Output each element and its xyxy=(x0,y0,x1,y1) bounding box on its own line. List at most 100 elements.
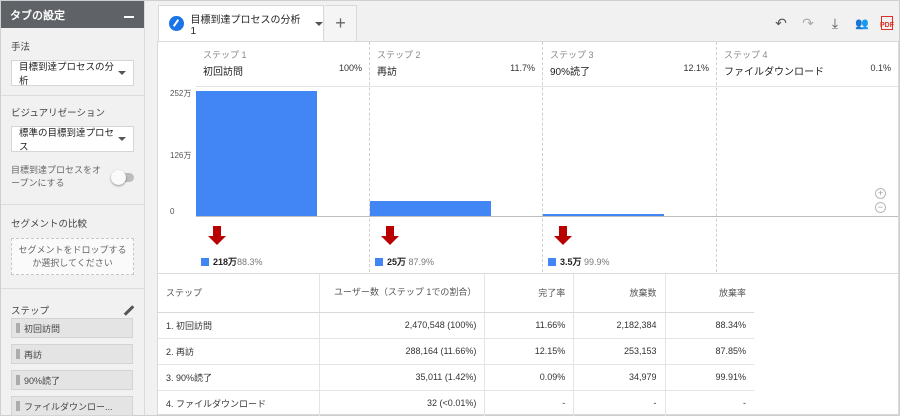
collapse-panel-icon[interactable] xyxy=(124,15,134,18)
col-step-header[interactable]: ステップ xyxy=(158,274,320,313)
step-chip-label: ファイルダウンロー... xyxy=(24,401,113,412)
step-percent: 12.1% xyxy=(683,63,709,73)
cell-users: 288,164 (11.66%) xyxy=(319,338,486,365)
share-users-icon[interactable]: 👥 xyxy=(854,17,870,30)
legend-swatch xyxy=(201,257,209,266)
col-completion-header[interactable]: 完了率 xyxy=(484,274,575,313)
cell-users: 35,011 (1.42%) xyxy=(319,364,486,391)
funnel-bar[interactable] xyxy=(370,201,491,216)
visualization-section: ビジュアリゼーション 標準の目標到達プロセス xyxy=(1,96,144,156)
table-row[interactable]: 2. 再訪 288,164 (11.66%) 12.15% 253,153 87… xyxy=(158,338,754,365)
segment-section: セグメントの比較 セグメントをドロップするか選択してください xyxy=(1,205,144,289)
cell-abandon-rate: 88.34% xyxy=(665,312,754,339)
funnel-chart: 252万 126万 0 ステップ 1 初回訪問 100% ステップ 2 再訪 11.7%… xyxy=(158,42,898,272)
panel-header: タブの設定 xyxy=(1,1,144,28)
step-percent: 11.7% xyxy=(510,63,535,73)
segment-dropzone[interactable]: セグメントをドロップするか選択してください xyxy=(11,238,134,275)
col-abandon-header[interactable]: 放棄数 xyxy=(573,274,666,313)
step-name: 初回訪問 xyxy=(203,67,243,78)
step-chip[interactable]: 90%読了 xyxy=(11,370,133,390)
funnel-bar[interactable] xyxy=(543,214,664,216)
col-abandon-rate-header[interactable]: 放棄率 xyxy=(665,274,754,313)
funnel-table: ステップ ユーザー数（ステップ 1での割合） 完了率 放棄数 放棄率 1. 初回… xyxy=(158,274,754,416)
step-name: 90%読了 xyxy=(550,67,591,78)
step-chip[interactable]: 初回訪問 xyxy=(11,318,133,338)
cell-completion: 0.09% xyxy=(484,364,575,391)
col-users-header[interactable]: ユーザー数（ステップ 1での割合） xyxy=(319,274,486,313)
add-tab-button[interactable]: + xyxy=(325,5,357,41)
cell-abandon-rate: 99.91% xyxy=(665,364,754,391)
drag-handle-icon[interactable] xyxy=(16,323,20,333)
table-header-row: ステップ ユーザー数（ステップ 1での割合） 完了率 放棄数 放棄率 xyxy=(158,274,754,313)
chevron-down-icon xyxy=(118,137,126,141)
drag-handle-icon[interactable] xyxy=(16,349,20,359)
header-divider xyxy=(196,86,898,87)
drag-handle-icon[interactable] xyxy=(16,401,20,411)
cell-completion: - xyxy=(484,390,575,416)
open-funnel-label: 目標到達プロセスをオープンにする xyxy=(11,165,102,188)
y-axis-label-max: 252万 xyxy=(170,89,192,98)
chevron-down-icon[interactable] xyxy=(315,21,323,26)
zoom-in-icon[interactable]: + xyxy=(875,188,886,199)
cell-step: 1. 初回訪問 xyxy=(158,312,320,339)
tab-bar: 目標到達プロセスの分析 1 + ↶ ↷ ⤓ 👥 PDF xyxy=(157,5,899,41)
dropoff-arrow-icon[interactable] xyxy=(208,226,226,246)
step-chip-label: 再訪 xyxy=(24,349,43,360)
tab-funnel-analysis[interactable]: 目標到達プロセスの分析 1 xyxy=(158,5,324,41)
step-number: ステップ 2 xyxy=(377,50,421,60)
redo-icon[interactable]: ↷ xyxy=(800,15,816,32)
step-chip[interactable]: ファイルダウンロー... xyxy=(11,396,133,416)
visualization-label: ビジュアリゼーション xyxy=(11,108,105,119)
funnel-table-container: ステップ ユーザー数（ステップ 1での割合） 完了率 放棄数 放棄率 1. 初回… xyxy=(158,273,898,416)
dropoff-value: 3.5万 xyxy=(560,257,582,267)
cell-abandon-rate: 87.85% xyxy=(665,338,754,365)
technique-label: 手法 xyxy=(11,42,31,53)
funnel-bar[interactable] xyxy=(196,91,317,216)
step-percent: 100% xyxy=(338,63,362,73)
toolbar: ↶ ↷ ⤓ 👥 PDF xyxy=(773,11,894,35)
zoom-out-icon[interactable]: − xyxy=(875,202,886,213)
visualization-dropdown[interactable]: 標準の目標到達プロセス xyxy=(11,126,134,153)
download-icon[interactable]: ⤓ xyxy=(827,15,843,32)
pdf-export-icon[interactable]: PDF xyxy=(880,16,894,30)
cell-users: 2,470,548 (100%) xyxy=(319,312,486,339)
cell-users: 32 (<0.01%) xyxy=(319,390,486,416)
chevron-down-icon xyxy=(118,71,126,75)
edit-pencil-icon[interactable] xyxy=(122,304,134,316)
cell-abandon-rate: - xyxy=(665,390,754,416)
funnel-step-column: ステップ 4 ファイルダウンロード 0.1% xyxy=(717,42,898,272)
dropoff-arrow-icon[interactable] xyxy=(381,226,399,246)
dropoff-percent: 99.9% xyxy=(584,256,610,267)
analysis-canvas: 252万 126万 0 ステップ 1 初回訪問 100% ステップ 2 再訪 11.7%… xyxy=(157,41,899,416)
panel-title: タブの設定 xyxy=(10,9,65,22)
cell-step: 3. 90%読了 xyxy=(158,364,320,391)
table-row[interactable]: 1. 初回訪問 2,470,548 (100%) 11.66% 2,182,38… xyxy=(158,312,754,339)
step-number: ステップ 1 xyxy=(203,50,247,60)
undo-icon[interactable]: ↶ xyxy=(773,15,789,32)
dropoff-arrow-icon[interactable] xyxy=(554,226,572,246)
step-chip-label: 初回訪問 xyxy=(24,323,61,334)
cell-abandon: 2,182,384 xyxy=(573,312,666,339)
step-name: 再訪 xyxy=(377,67,397,78)
cell-step: 2. 再訪 xyxy=(158,338,320,365)
steps-label: ステップ xyxy=(11,306,50,317)
table-row[interactable]: 4. ファイルダウンロード 32 (<0.01%) - - - xyxy=(158,390,754,416)
steps-section: ステップ xyxy=(1,289,144,317)
technique-dropdown[interactable]: 目標到達プロセスの分析 xyxy=(11,60,134,87)
cell-completion: 12.15% xyxy=(484,338,575,365)
tab-settings-panel: タブの設定 手法 目標到達プロセスの分析 ビジュアリゼーション 標準の目標到達プ… xyxy=(1,1,145,416)
cell-abandon: 253,153 xyxy=(573,338,666,365)
table-row[interactable]: 3. 90%読了 35,011 (1.42%) 0.09% 34,979 99.… xyxy=(158,364,754,391)
cell-completion: 11.66% xyxy=(484,312,575,339)
step-chip[interactable]: 再訪 xyxy=(11,344,133,364)
step-percent: 0.1% xyxy=(870,63,891,73)
legend-swatch xyxy=(375,257,383,266)
open-funnel-toggle[interactable] xyxy=(111,169,134,185)
drag-handle-icon[interactable] xyxy=(16,375,20,385)
technique-value: 目標到達プロセスの分析 xyxy=(19,62,115,87)
dropoff-legend: 25万 87.9% xyxy=(375,255,434,268)
y-axis-label-zero: 0 xyxy=(170,207,175,216)
legend-swatch xyxy=(548,257,556,266)
step-chip-label: 90%読了 xyxy=(24,375,61,386)
step-number: ステップ 4 xyxy=(724,50,768,60)
